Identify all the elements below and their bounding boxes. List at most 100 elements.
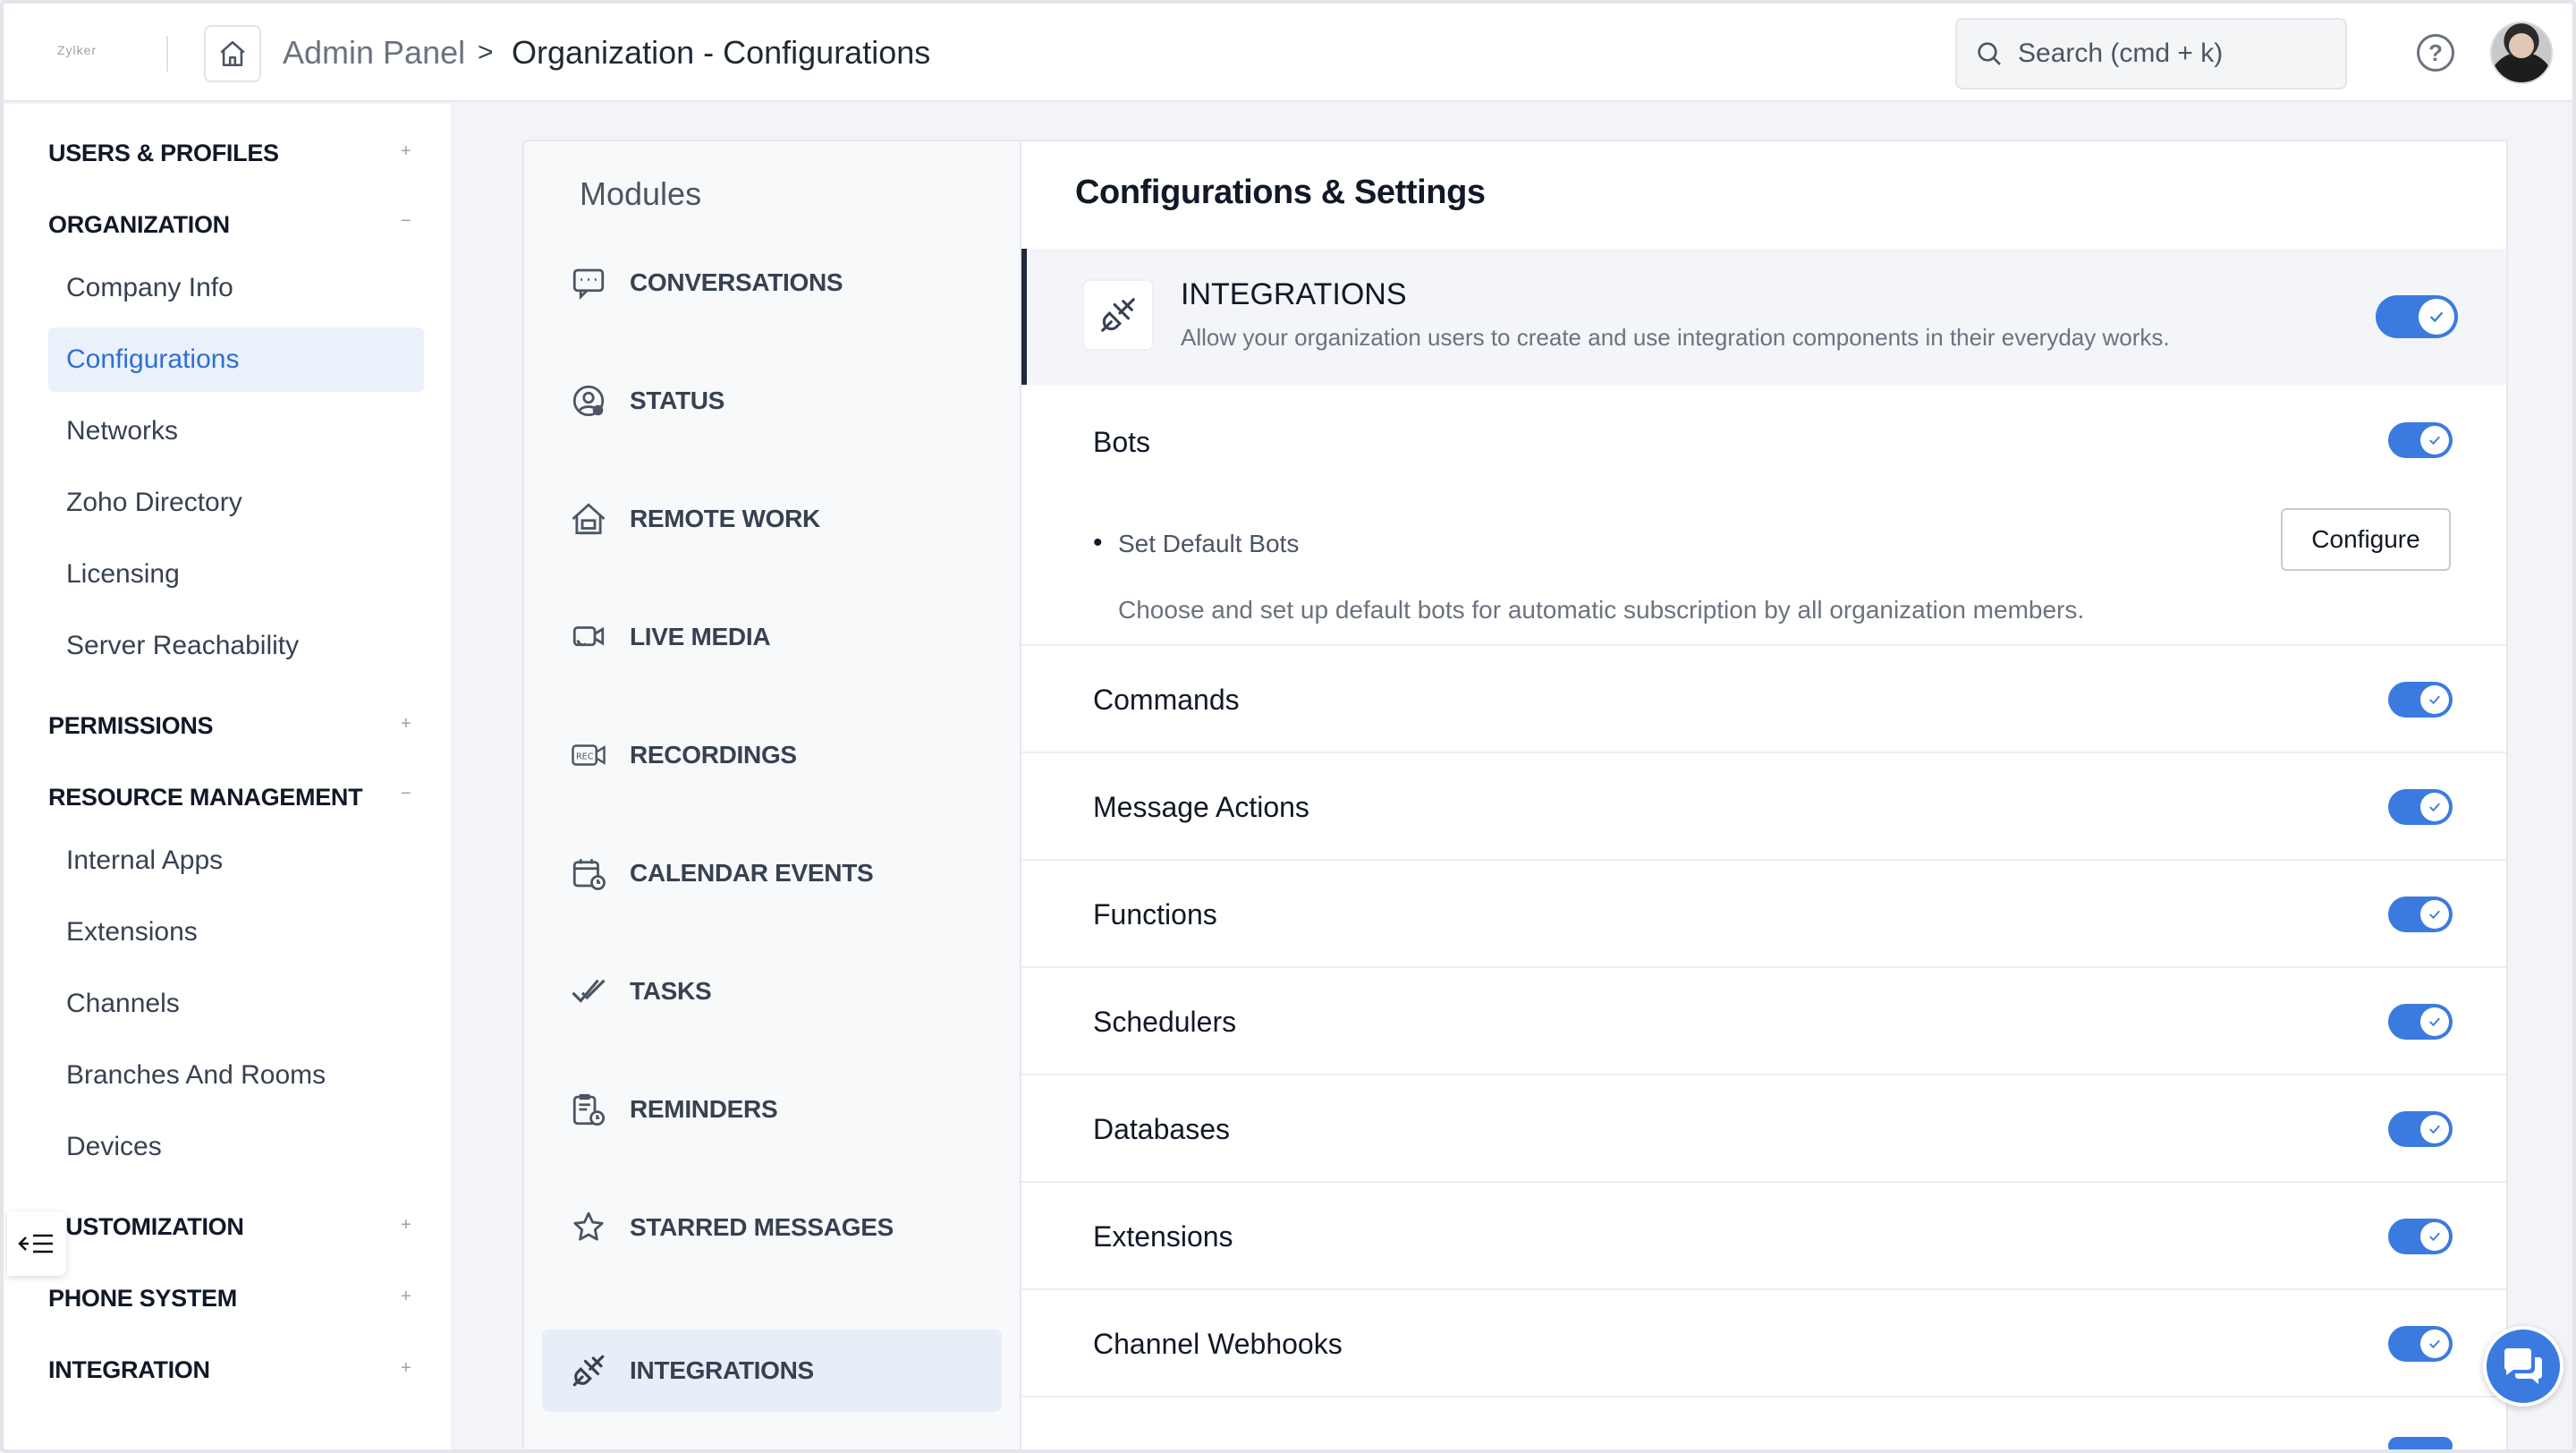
sidebar-section-phone-system[interactable]: PHONE SYSTEM xyxy=(48,1285,237,1313)
sidebar-collapse-button[interactable] xyxy=(7,1211,66,1276)
integrations-toggle[interactable] xyxy=(2376,295,2458,338)
home-icon xyxy=(220,40,245,67)
module-calendar-events[interactable]: CALENDAR EVENTS xyxy=(542,832,1002,914)
breadcrumb-current-page: Organization - Configurations xyxy=(512,34,931,71)
channel-webhooks-toggle[interactable] xyxy=(2388,1326,2453,1362)
sidebar-item-server-reachability[interactable]: Server Reachability xyxy=(48,614,424,678)
sidebar-item-licensing[interactable]: Licensing xyxy=(48,542,424,607)
check-icon xyxy=(2419,299,2454,335)
message-actions-setting: Message Actions xyxy=(1021,753,2506,861)
set-default-bots-description: Choose and set up default bots for autom… xyxy=(1118,596,2085,624)
extensions-toggle[interactable] xyxy=(2388,1219,2453,1254)
admin-sidebar: USERS & PROFILES + ORGANIZATION − Compan… xyxy=(4,104,451,1449)
module-live-media[interactable]: LIVE MEDIA xyxy=(542,596,1002,678)
svg-text:REC: REC xyxy=(576,752,594,761)
rec-icon: REC xyxy=(569,735,608,775)
schedulers-setting: Schedulers xyxy=(1021,968,2506,1075)
extensions-setting: Extensions xyxy=(1021,1183,2506,1290)
functions-toggle[interactable] xyxy=(2388,896,2453,932)
sidebar-item-company-info[interactable]: Company Info xyxy=(48,256,424,320)
module-starred-messages[interactable]: STARRED MESSAGES xyxy=(542,1186,1002,1269)
live-media-icon xyxy=(569,617,608,657)
settings-title: Configurations & Settings xyxy=(1075,174,1486,211)
sidebar-section-permissions[interactable]: PERMISSIONS xyxy=(48,712,214,740)
home-button[interactable] xyxy=(204,25,261,82)
schedulers-label: Schedulers xyxy=(1093,1006,1237,1038)
message-actions-toggle[interactable] xyxy=(2388,789,2453,825)
bullet-dot: • xyxy=(1093,528,1103,557)
sidebar-item-internal-apps[interactable]: Internal Apps xyxy=(48,828,424,893)
sidebar-section-customization[interactable]: CUSTOMIZATION xyxy=(48,1213,244,1241)
sidebar-section-users-profiles[interactable]: USERS & PROFILES xyxy=(48,140,279,167)
collapse-icon[interactable]: − xyxy=(401,211,411,232)
sidebar-item-zoho-directory[interactable]: Zoho Directory xyxy=(48,471,424,535)
collapse-icon[interactable]: − xyxy=(401,784,411,804)
breadcrumb-separator: > xyxy=(478,38,494,67)
module-reminders[interactable]: REMINDERS xyxy=(542,1068,1002,1151)
settings-panel: Configurations & Settings INTEGRATIONS A… xyxy=(1021,140,2508,1449)
bots-toggle[interactable] xyxy=(2388,422,2453,458)
functions-setting: Functions xyxy=(1021,861,2506,968)
sidebar-item-networks[interactable]: Networks xyxy=(48,399,424,463)
sidebar-section-organization[interactable]: ORGANIZATION xyxy=(48,211,230,239)
bots-setting: Bots • Set Default Bots Configure Choose… xyxy=(1021,385,2506,646)
schedulers-toggle[interactable] xyxy=(2388,1004,2453,1040)
breadcrumb-admin-panel[interactable]: Admin Panel xyxy=(283,34,465,72)
zylker-logo[interactable]: Zylker xyxy=(57,43,97,57)
app-window: Zylker Admin Panel > Organization - Conf… xyxy=(0,0,2576,1453)
message-actions-label: Message Actions xyxy=(1093,791,1309,823)
reminders-icon xyxy=(569,1090,608,1129)
sidebar-item-extensions[interactable]: Extensions xyxy=(48,900,424,964)
check-icon xyxy=(2420,1115,2449,1143)
set-default-bots-label: Set Default Bots xyxy=(1118,530,1300,557)
search-input[interactable]: Search (cmd + k) xyxy=(1955,18,2347,89)
remote-work-icon xyxy=(569,499,608,539)
collapse-menu-icon xyxy=(18,1234,53,1253)
module-conversations[interactable]: CONVERSATIONS xyxy=(542,242,1002,324)
next-setting-toggle[interactable] xyxy=(2388,1437,2453,1449)
modules-panel: Modules CONVERSATIONS STATUS REMOTE WORK… xyxy=(522,140,1021,1449)
calendar-icon xyxy=(569,854,608,893)
plug-icon xyxy=(1082,279,1154,351)
databases-toggle[interactable] xyxy=(2388,1111,2453,1147)
expand-icon[interactable]: + xyxy=(401,141,411,162)
expand-icon[interactable]: + xyxy=(401,1215,411,1236)
tasks-icon xyxy=(569,972,608,1011)
functions-label: Functions xyxy=(1093,898,1217,930)
user-avatar[interactable] xyxy=(2490,21,2553,84)
help-icon[interactable]: ? xyxy=(2417,34,2454,72)
search-icon xyxy=(1978,42,2001,65)
module-remote-work[interactable]: REMOTE WORK xyxy=(542,478,1002,560)
sidebar-section-resource-management[interactable]: RESOURCE MANAGEMENT xyxy=(48,784,363,811)
configure-button[interactable]: Configure xyxy=(2281,508,2451,571)
sidebar-section-integration[interactable]: INTEGRATION xyxy=(48,1356,210,1384)
module-tasks[interactable]: TASKS xyxy=(542,950,1002,1032)
commands-toggle[interactable] xyxy=(2388,682,2453,718)
modules-title: Modules xyxy=(580,175,702,212)
check-icon xyxy=(2420,1222,2449,1251)
commands-setting: Commands xyxy=(1021,646,2506,753)
extensions-label: Extensions xyxy=(1093,1220,1233,1253)
bots-label: Bots xyxy=(1093,426,1151,458)
expand-icon[interactable]: + xyxy=(401,714,411,735)
integrations-title: INTEGRATIONS xyxy=(1181,277,1407,311)
plug-icon xyxy=(569,1351,608,1390)
databases-label: Databases xyxy=(1093,1113,1230,1145)
search-placeholder: Search (cmd + k) xyxy=(2018,38,2224,68)
expand-icon[interactable]: + xyxy=(401,1287,411,1307)
sidebar-item-channels[interactable]: Channels xyxy=(48,972,424,1036)
sidebar-item-configurations[interactable]: Configurations xyxy=(48,327,424,392)
module-recordings[interactable]: REC RECORDINGS xyxy=(542,714,1002,796)
check-icon xyxy=(2420,900,2449,929)
sidebar-item-devices[interactable]: Devices xyxy=(48,1115,424,1179)
expand-icon[interactable]: + xyxy=(401,1358,411,1379)
module-status[interactable]: STATUS xyxy=(542,360,1002,442)
chat-support-button[interactable] xyxy=(2483,1326,2563,1406)
sidebar-item-branches-and-rooms[interactable]: Branches And Rooms xyxy=(48,1043,424,1108)
check-icon xyxy=(2420,1007,2449,1036)
channel-webhooks-label: Channel Webhooks xyxy=(1093,1328,1343,1360)
chat-icon xyxy=(569,263,608,302)
module-integrations[interactable]: INTEGRATIONS xyxy=(542,1330,1002,1412)
check-icon xyxy=(2420,426,2449,455)
header-divider xyxy=(166,36,168,72)
